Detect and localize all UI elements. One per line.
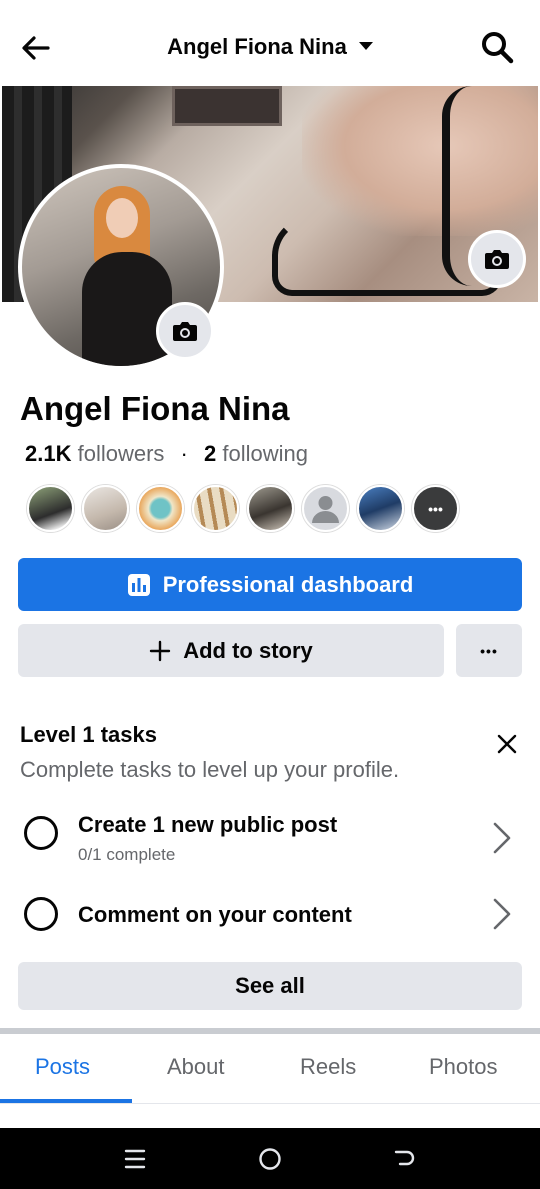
- tasks-title: Level 1 tasks: [20, 722, 157, 747]
- menu-lines-icon[interactable]: [122, 1146, 148, 1172]
- follower-avatars: •••: [27, 485, 459, 532]
- tab-posts[interactable]: Posts: [35, 1054, 90, 1080]
- task-checkbox[interactable]: [24, 897, 58, 931]
- person-icon: [312, 496, 339, 523]
- avatar-camera-button[interactable]: [156, 302, 214, 360]
- search-icon[interactable]: [480, 30, 514, 64]
- home-circle-icon[interactable]: [257, 1146, 283, 1172]
- close-icon[interactable]: [492, 729, 522, 759]
- camera-icon: [173, 322, 197, 341]
- follower-avatar[interactable]: [247, 485, 294, 532]
- see-all-button[interactable]: See all: [18, 962, 522, 1010]
- task-checkbox[interactable]: [24, 816, 58, 850]
- following-count: 2: [204, 441, 217, 466]
- tab-reels[interactable]: Reels: [300, 1054, 356, 1080]
- plus-icon: [150, 640, 171, 661]
- tab-about[interactable]: About: [167, 1054, 225, 1080]
- task-item[interactable]: Create 1 new public post 0/1 complete: [0, 810, 540, 870]
- chevron-right-icon: [493, 822, 511, 854]
- task-label: Create 1 new public post: [78, 812, 338, 837]
- header-title: Angel Fiona Nina: [167, 34, 347, 59]
- follower-avatar[interactable]: [27, 485, 74, 532]
- more-followers-button[interactable]: •••: [412, 485, 459, 532]
- professional-dashboard-button[interactable]: Professional dashboard: [18, 558, 522, 611]
- cover-camera-button[interactable]: [468, 230, 526, 288]
- camera-icon: [485, 250, 509, 269]
- following-label: following: [222, 441, 308, 466]
- profile-tabs: Posts About Reels Photos: [0, 1034, 540, 1104]
- dashboard-label: Professional dashboard: [162, 571, 414, 597]
- follower-avatar[interactable]: [82, 485, 129, 532]
- followers-count: 2.1K: [25, 441, 72, 466]
- active-tab-indicator: [0, 1099, 132, 1103]
- stats-separator: ·: [180, 441, 188, 466]
- profile-switcher[interactable]: Angel Fiona Nina: [0, 34, 540, 60]
- follower-avatar[interactable]: [137, 485, 184, 532]
- task-label: Comment on your content: [78, 902, 352, 927]
- chevron-right-icon: [493, 898, 511, 930]
- dropdown-caret-icon: [358, 42, 373, 50]
- add-story-label: Add to story: [183, 637, 313, 663]
- follower-avatar-default[interactable]: [302, 485, 349, 532]
- follower-avatar[interactable]: [192, 485, 239, 532]
- back-nav-icon[interactable]: [392, 1146, 418, 1172]
- system-nav-bar: [0, 1128, 540, 1189]
- task-item[interactable]: Comment on your content: [0, 897, 540, 957]
- task-progress: 0/1 complete: [78, 845, 176, 864]
- tab-photos[interactable]: Photos: [429, 1054, 498, 1080]
- follow-stats[interactable]: 2.1K followers · 2 following: [25, 441, 308, 467]
- add-to-story-button[interactable]: Add to story: [18, 624, 444, 677]
- followers-label: followers: [77, 441, 165, 466]
- tasks-subtitle: Complete tasks to level up your profile.: [20, 757, 400, 782]
- top-bar: Angel Fiona Nina: [0, 0, 540, 86]
- more-options-button[interactable]: •••: [456, 624, 522, 677]
- profile-name: Angel Fiona Nina: [20, 390, 290, 427]
- follower-avatar[interactable]: [357, 485, 404, 532]
- dashboard-chart-icon: [127, 573, 150, 596]
